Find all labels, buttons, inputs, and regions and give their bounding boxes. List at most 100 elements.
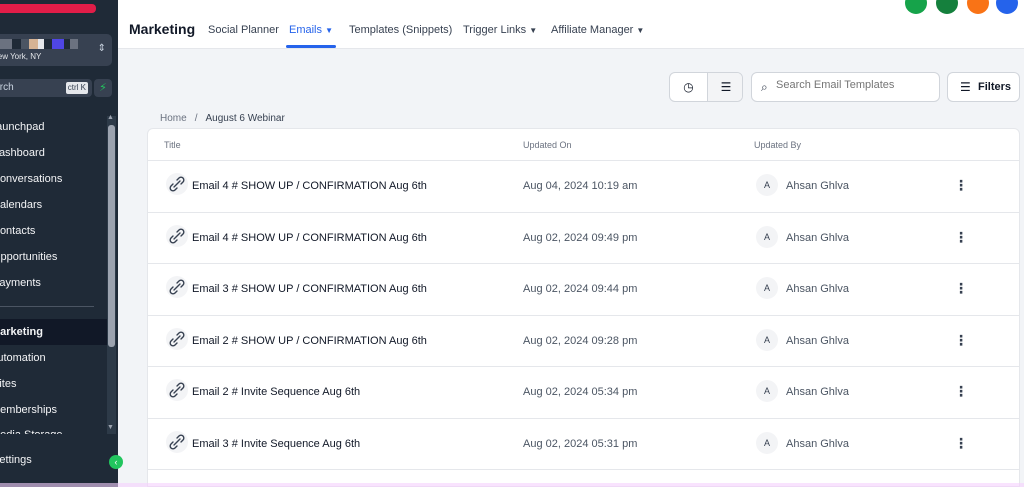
- sidebar-item-payments[interactable]: Payments: [0, 273, 104, 293]
- sidebar-item-settings[interactable]: Settings: [0, 454, 32, 466]
- filters-button[interactable]: ☰ Filters: [947, 72, 1020, 102]
- avatar: A: [756, 431, 778, 454]
- table-row[interactable]: Email 4 # SHOW UP / CONFIRMATION Aug 6th…: [148, 161, 1019, 213]
- column-title: Title: [164, 140, 181, 150]
- table-row[interactable]: Email 2 # Invite Sequence Aug 6th Aug 02…: [148, 367, 1019, 419]
- tab-emails[interactable]: Emails ▼: [289, 24, 333, 36]
- row-updated-by: Ahsan Ghlva: [786, 283, 849, 295]
- top-nav: Marketing Social Planner Emails ▼ Templa…: [118, 0, 1024, 49]
- more-options-icon[interactable]: ⋮: [954, 331, 968, 349]
- sidebar-item-contacts[interactable]: Contacts: [0, 221, 104, 241]
- list-view-icon[interactable]: ☰: [707, 73, 742, 101]
- row-updated-by: Ahsan Ghlva: [786, 334, 849, 347]
- location-label: New York, NY: [0, 52, 42, 61]
- column-updated-by: Updated By: [754, 140, 802, 150]
- avatar: A: [756, 174, 778, 196]
- redacted-blocks: [0, 39, 78, 49]
- view-toggle: ◷ ☰: [669, 72, 743, 102]
- avatar: A: [756, 225, 778, 248]
- breadcrumb: Home / August 6 Webinar: [160, 113, 285, 124]
- tab-trigger-links-label: Trigger Links: [463, 24, 527, 36]
- scroll-down-icon[interactable]: ▼: [107, 424, 114, 431]
- active-tab-indicator: [286, 45, 336, 48]
- row-updated-on: Aug 02, 2024 09:28 pm: [523, 334, 638, 347]
- table-row[interactable]: Email 3 # Invite Sequence Aug 6th Aug 02…: [148, 419, 1019, 470]
- table-row[interactable]: Email 4 # SHOW UP / CONFIRMATION Aug 6th…: [148, 213, 1019, 264]
- filter-icon: ☰: [960, 80, 971, 94]
- more-options-icon[interactable]: ⋮: [954, 228, 968, 246]
- sidebar-item-opportunities[interactable]: Opportunities: [0, 247, 104, 267]
- search-email-templates[interactable]: ⌕: [751, 72, 940, 102]
- sidebar-item-dashboard[interactable]: Dashboard: [0, 143, 103, 163]
- page-title: Marketing: [129, 21, 196, 37]
- link-icon: [166, 224, 188, 247]
- avatar: A: [756, 380, 778, 402]
- sidebar-item-media-storage[interactable]: Media Storage: [0, 426, 103, 434]
- row-title[interactable]: Email 3 # Invite Sequence Aug 6th: [192, 438, 360, 450]
- chevron-updown-icon: ⇕: [97, 43, 106, 54]
- chevron-down-icon: ▼: [325, 26, 333, 35]
- link-icon: [166, 430, 188, 453]
- avatar: A: [756, 328, 778, 351]
- collapse-sidebar-icon[interactable]: ‹: [109, 455, 123, 469]
- clock-icon[interactable]: ◷: [670, 73, 707, 101]
- breadcrumb-current: August 6 Webinar: [205, 113, 285, 124]
- filters-label: Filters: [978, 81, 1012, 93]
- tab-social-planner[interactable]: Social Planner: [208, 24, 279, 36]
- row-updated-on: Aug 04, 2024 10:19 am: [523, 180, 638, 192]
- sidebar-item-memberships[interactable]: Memberships: [0, 400, 103, 420]
- chevron-down-icon: ▼: [529, 26, 538, 35]
- sidebar-item-calendars[interactable]: Calendars: [0, 195, 104, 215]
- breadcrumb-separator: /: [194, 113, 198, 124]
- chevron-down-icon: ▼: [636, 26, 645, 35]
- sidebar-item-conversations[interactable]: Conversations: [0, 169, 104, 189]
- row-title[interactable]: Email 2 # SHOW UP / CONFIRMATION Aug 6th: [192, 335, 427, 347]
- breadcrumb-home[interactable]: Home: [160, 113, 187, 124]
- sidebar-item-marketing[interactable]: Marketing: [0, 319, 107, 345]
- link-icon: [166, 327, 188, 350]
- row-title[interactable]: Email 4 # SHOW UP / CONFIRMATION Aug 6th: [192, 232, 427, 244]
- more-options-icon[interactable]: ⋮: [954, 434, 968, 452]
- row-updated-on: Aug 02, 2024 09:44 pm: [523, 283, 638, 295]
- location-switcher[interactable]: New York, NY ⇕: [0, 34, 112, 66]
- bottom-edge: [0, 483, 1024, 487]
- row-updated-on: Aug 02, 2024 09:49 pm: [523, 231, 638, 244]
- search-input[interactable]: [776, 79, 936, 91]
- tab-emails-label: Emails: [289, 24, 323, 36]
- scroll-up-icon[interactable]: ▲: [107, 114, 114, 121]
- search-icon: ⌕: [761, 80, 768, 94]
- bolt-icon[interactable]: ⚡: [94, 79, 112, 97]
- chat-icon[interactable]: [936, 0, 958, 14]
- row-updated-on: Aug 02, 2024 05:34 pm: [523, 386, 638, 398]
- more-options-icon[interactable]: ⋮: [954, 382, 968, 400]
- row-updated-by: Ahsan Ghlva: [786, 386, 849, 398]
- link-icon: [166, 173, 188, 195]
- notification-icon[interactable]: [967, 0, 989, 14]
- table-row[interactable]: Email 3 # SHOW UP / CONFIRMATION Aug 6th…: [148, 264, 1019, 316]
- tab-affiliate-manager[interactable]: Affiliate Manager ▼: [551, 24, 644, 36]
- row-title[interactable]: Email 4 # SHOW UP / CONFIRMATION Aug 6th: [192, 180, 427, 192]
- link-icon: [166, 379, 188, 401]
- sidebar-item-automation[interactable]: Automation: [0, 348, 102, 368]
- help-icon[interactable]: [996, 0, 1018, 14]
- sidebar-scroll-thumb[interactable]: [108, 125, 115, 347]
- more-options-icon[interactable]: ⋮: [954, 176, 968, 194]
- sidebar-divider: [0, 306, 94, 307]
- sidebar-item-sites[interactable]: Sites: [0, 374, 104, 394]
- tab-templates-snippets[interactable]: Templates (Snippets): [349, 24, 452, 36]
- email-templates-table: Title Updated On Updated By Email 4 # SH…: [147, 128, 1020, 487]
- row-title[interactable]: Email 2 # Invite Sequence Aug 6th: [192, 386, 360, 398]
- more-options-icon[interactable]: ⋮: [954, 279, 968, 297]
- row-updated-on: Aug 02, 2024 05:31 pm: [523, 437, 638, 450]
- phone-icon[interactable]: [905, 0, 927, 14]
- avatar: A: [756, 277, 778, 299]
- row-title[interactable]: Email 3 # SHOW UP / CONFIRMATION Aug 6th: [192, 283, 427, 295]
- tab-affiliate-manager-label: Affiliate Manager: [551, 24, 634, 36]
- row-updated-by: Ahsan Ghlva: [786, 231, 849, 244]
- sidebar-item-launchpad[interactable]: Launchpad: [0, 117, 102, 137]
- table-row[interactable]: Email 2 # SHOW UP / CONFIRMATION Aug 6th…: [148, 316, 1019, 367]
- row-updated-by: Ahsan Ghlva: [786, 180, 849, 192]
- row-updated-by: Ahsan Ghlva: [786, 437, 849, 450]
- sidebar-search[interactable]: Search ctrl K: [0, 79, 92, 97]
- tab-trigger-links[interactable]: Trigger Links ▼: [463, 24, 537, 36]
